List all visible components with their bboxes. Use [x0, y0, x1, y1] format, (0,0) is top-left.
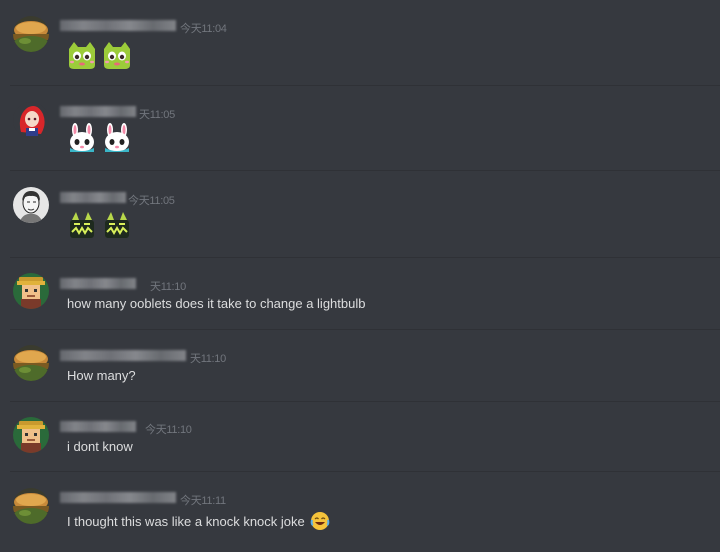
username-blurred[interactable] [60, 350, 186, 361]
divider [10, 329, 720, 330]
frog-ooblet-emoji[interactable] [66, 39, 98, 71]
message-text: How many? [67, 368, 136, 383]
dark-ooblet-emoji[interactable] [101, 208, 133, 240]
timestamp: 天11:05 [139, 109, 175, 121]
username-blurred[interactable] [60, 492, 176, 503]
emoji-row [66, 122, 133, 154]
divider [10, 257, 720, 258]
red-hair-girl-avatar[interactable] [13, 102, 49, 138]
emoji-row [66, 208, 133, 240]
timestamp: 今天11:10 [145, 424, 192, 436]
divider [10, 401, 720, 402]
joy-emoji[interactable] [310, 511, 330, 531]
timestamp: 天11:10 [150, 281, 186, 293]
message-text: I thought this was like a knock knock jo… [67, 511, 330, 531]
timestamp: 今天11:11 [180, 495, 226, 507]
divider [10, 471, 720, 472]
emoji-row [66, 39, 133, 71]
bread-avatar[interactable] [13, 16, 49, 52]
username-blurred[interactable] [60, 20, 176, 31]
username-blurred[interactable] [60, 278, 136, 289]
pixel-character-avatar[interactable] [13, 273, 49, 309]
message-text: how many ooblets does it take to change … [67, 296, 366, 311]
username-blurred[interactable] [60, 106, 136, 117]
divider [10, 85, 720, 86]
bunny-ooblet-emoji[interactable] [101, 122, 133, 154]
timestamp: 今天11:05 [128, 195, 175, 207]
timestamp: 天11:10 [190, 353, 226, 365]
sketch-portrait-avatar[interactable] [13, 187, 49, 223]
dark-ooblet-emoji[interactable] [66, 208, 98, 240]
timestamp: 今天11:04 [180, 23, 227, 35]
bunny-ooblet-emoji[interactable] [66, 122, 98, 154]
divider [10, 170, 720, 171]
bread-avatar[interactable] [13, 488, 49, 524]
username-blurred[interactable] [60, 192, 126, 203]
frog-ooblet-emoji[interactable] [101, 39, 133, 71]
message-text: i dont know [67, 439, 133, 454]
bread-avatar[interactable] [13, 345, 49, 381]
pixel-character-avatar[interactable] [13, 417, 49, 453]
message-text-content: I thought this was like a knock knock jo… [67, 514, 305, 529]
username-blurred[interactable] [60, 421, 136, 432]
